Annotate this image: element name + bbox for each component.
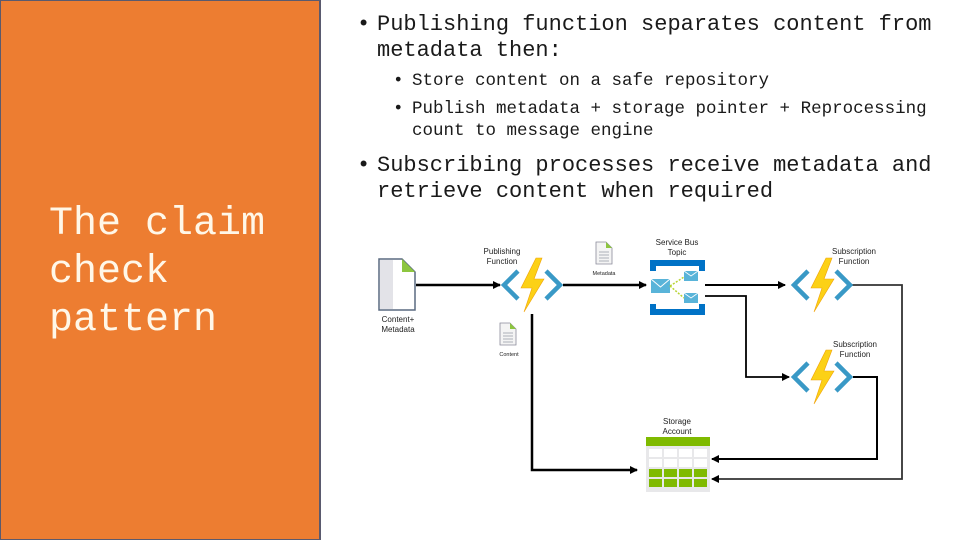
document-icon bbox=[378, 258, 416, 311]
service-bus-topic: Service Bus Topic bbox=[650, 238, 705, 315]
edge-servicebus-to-sub2 bbox=[705, 295, 790, 381]
edge-publisher-to-storage bbox=[530, 314, 638, 474]
storage-account-label-1: Storage bbox=[663, 417, 692, 426]
metadata-doc: Metadata bbox=[593, 241, 617, 277]
subscription-function-1: Subscription Function bbox=[794, 247, 876, 312]
service-bus-label-2: Topic bbox=[668, 248, 687, 257]
azure-function-icon bbox=[794, 258, 850, 312]
subscription-function-2-label-2: Function bbox=[840, 350, 871, 359]
document-icon bbox=[595, 241, 613, 265]
service-bus-topic-icon bbox=[650, 260, 705, 315]
subscription-function-1-label-2: Function bbox=[839, 257, 870, 266]
storage-account-label-2: Account bbox=[663, 427, 693, 436]
azure-function-icon bbox=[504, 258, 560, 312]
content-metadata-doc: Content+ Metadata bbox=[378, 258, 416, 334]
storage-account: Storage Account bbox=[646, 417, 710, 492]
subscription-function-2: Subscription Function bbox=[794, 340, 877, 404]
storage-table-icon bbox=[646, 437, 710, 492]
content-metadata-label-1: Content+ bbox=[382, 315, 415, 324]
subscription-function-2-label-1: Subscription bbox=[833, 340, 877, 349]
metadata-label: Metadata bbox=[593, 271, 617, 277]
publishing-function: Publishing Function bbox=[484, 247, 560, 312]
content-doc: Content bbox=[499, 322, 519, 358]
service-bus-label-1: Service Bus bbox=[656, 238, 699, 247]
edge-sub2-to-storage bbox=[711, 376, 878, 463]
claim-check-diagram: Content+ Metadata Publishing Function Me… bbox=[378, 238, 903, 492]
edge-sub1-to-storage bbox=[711, 284, 903, 483]
document-icon bbox=[499, 322, 517, 346]
publishing-function-label-2: Function bbox=[487, 257, 518, 266]
subscription-function-1-label-1: Subscription bbox=[832, 247, 876, 256]
publishing-function-label-1: Publishing bbox=[484, 247, 521, 256]
content-metadata-label-2: Metadata bbox=[381, 325, 415, 334]
content-label: Content bbox=[499, 352, 519, 358]
